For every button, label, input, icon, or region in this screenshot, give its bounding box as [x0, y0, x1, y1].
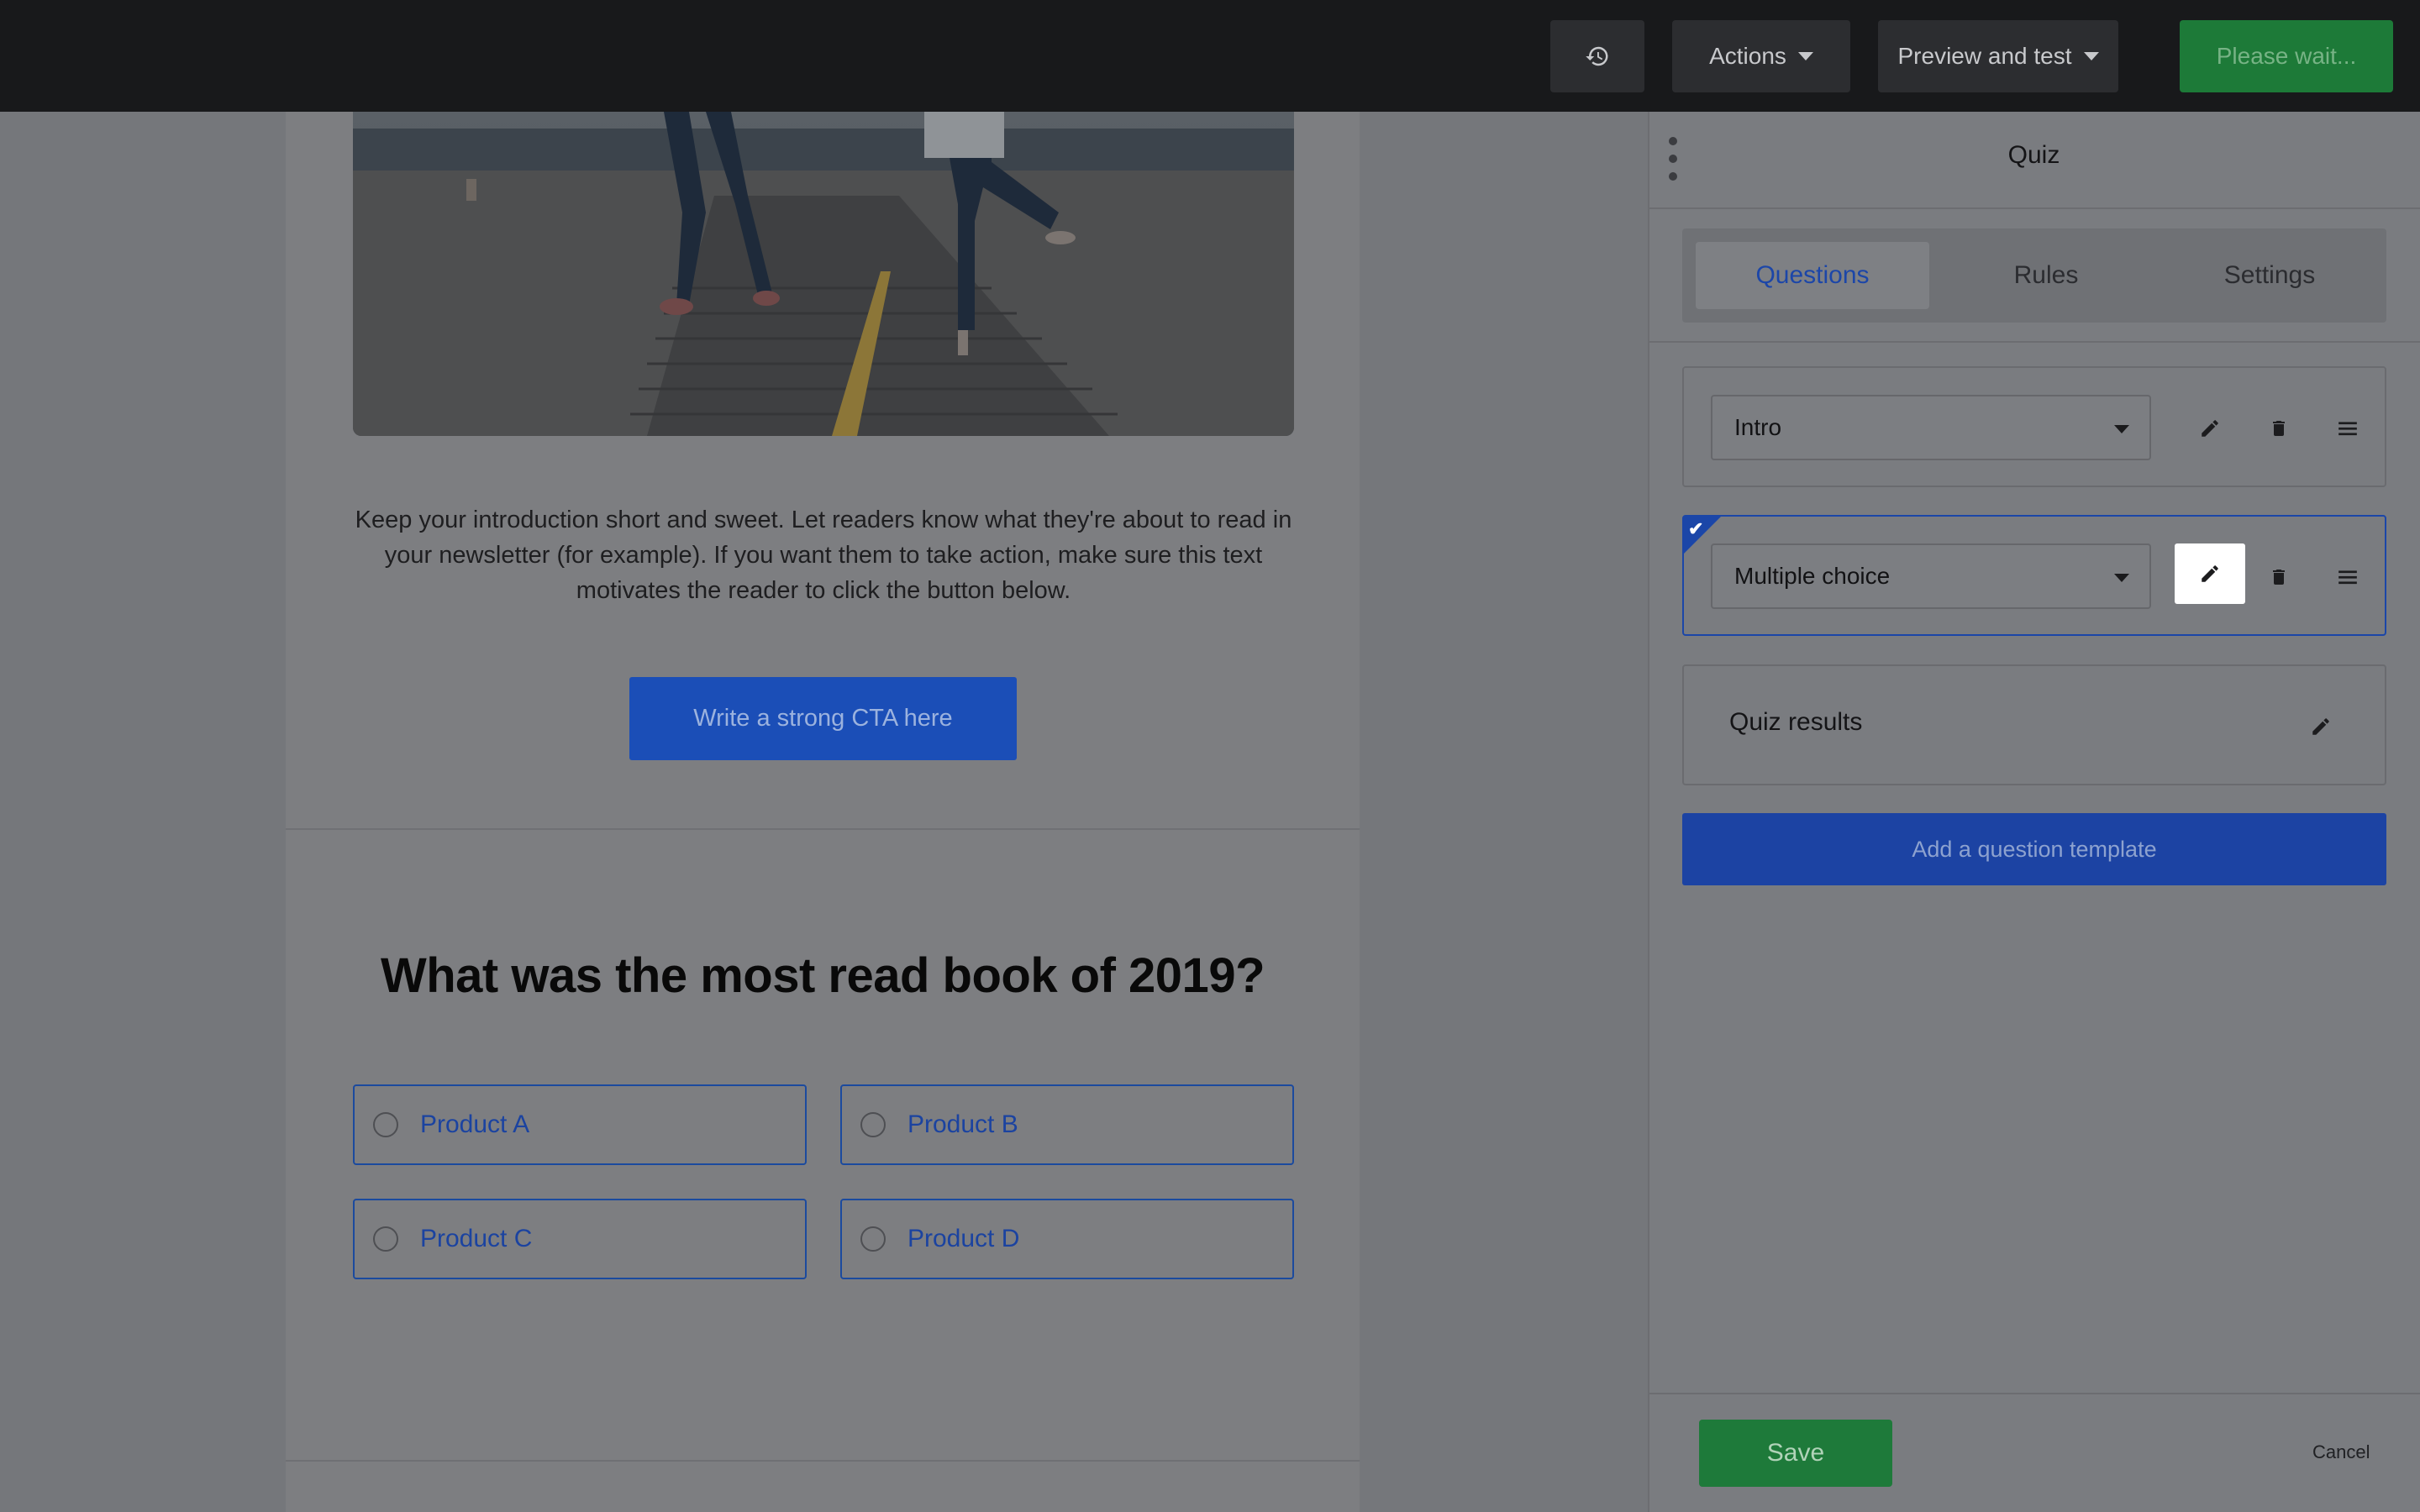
quiz-question-title: What was the most read book of 2019?: [381, 948, 1265, 1003]
save-button[interactable]: Save: [1699, 1420, 1892, 1487]
radio-icon[interactable]: [373, 1112, 398, 1137]
radio-icon[interactable]: [860, 1226, 886, 1252]
question-type-select[interactable]: Intro: [1711, 395, 2151, 460]
tab-questions[interactable]: Questions: [1696, 242, 1929, 309]
chevron-down-icon: [2083, 52, 2099, 60]
radio-icon[interactable]: [860, 1112, 886, 1137]
edit-button[interactable]: [2175, 398, 2245, 459]
answer-option-b[interactable]: Product B: [840, 1084, 1294, 1165]
save-label: Save: [1766, 1439, 1825, 1467]
actions-dropdown-button[interactable]: Actions: [1672, 20, 1850, 92]
beach-photo: [353, 112, 1294, 436]
answer-option-label: Product A: [420, 1110, 530, 1138]
check-icon: ✔: [1688, 518, 1704, 539]
tab-label: Questions: [1755, 261, 1870, 289]
cta-label: Write a strong CTA here: [693, 705, 953, 732]
chevron-down-icon: [2114, 425, 2129, 433]
chevron-down-icon: [1797, 52, 1813, 60]
pencil-icon: [2202, 565, 2218, 582]
cancel-link[interactable]: Cancel: [2312, 1441, 2370, 1463]
question-card-intro: Intro: [1682, 366, 2386, 487]
delete-button[interactable]: [2244, 398, 2314, 459]
delete-button[interactable]: [2244, 547, 2314, 607]
history-icon: [1586, 46, 1608, 66]
actions-label: Actions: [1709, 43, 1786, 69]
chevron-down-icon: [2114, 574, 2129, 582]
intro-paragraph: Keep your introduction short and sweet. …: [355, 507, 1292, 604]
pencil-icon: [2312, 718, 2329, 735]
cta-button[interactable]: Write a strong CTA here: [629, 677, 1017, 760]
answer-option-d[interactable]: Product D: [840, 1199, 1294, 1279]
panel-title: Quiz: [2007, 141, 2060, 169]
tab-label: Settings: [2223, 261, 2316, 289]
tab-settings[interactable]: Settings: [2153, 242, 2386, 309]
please-wait-label: Please wait...: [2216, 43, 2357, 69]
menu-lines-icon: [2338, 422, 2357, 436]
preview-label: Preview and test: [1897, 43, 2072, 69]
answer-option-c[interactable]: Product C: [353, 1199, 807, 1279]
section-divider: [286, 1460, 1360, 1462]
quiz-results-label: Quiz results: [1729, 708, 1863, 736]
question-card-multiple-choice: ✔ Multiple choice: [1682, 515, 2386, 636]
tab-rules[interactable]: Rules: [1929, 242, 2163, 309]
please-wait-button[interactable]: Please wait...: [2180, 20, 2393, 92]
tabs-divider: [1648, 341, 2420, 343]
add-question-template-button[interactable]: Add a question template: [1682, 813, 2386, 885]
history-button[interactable]: [1550, 20, 1644, 92]
answer-option-label: Product B: [908, 1110, 1018, 1138]
question-type-select[interactable]: Multiple choice: [1711, 543, 2151, 609]
edit-results-button[interactable]: [2286, 696, 2356, 757]
reorder-button[interactable]: [2312, 547, 2383, 607]
add-question-label: Add a question template: [1912, 836, 2157, 862]
quiz-results-card: Quiz results: [1682, 664, 2386, 785]
radio-icon[interactable]: [373, 1226, 398, 1252]
preview-and-test-button[interactable]: Preview and test: [1878, 20, 2118, 92]
answer-option-label: Product D: [908, 1225, 1020, 1252]
answer-option-label: Product C: [420, 1225, 533, 1252]
section-divider: [286, 828, 1360, 830]
trash-icon: [2273, 421, 2285, 436]
question-type-value: Multiple choice: [1734, 563, 1891, 589]
trash-icon: [2273, 570, 2285, 585]
pencil-icon: [2202, 420, 2218, 437]
question-type-value: Intro: [1734, 414, 1782, 440]
panel-tabs: Questions Rules Settings: [1682, 228, 2386, 323]
reorder-button[interactable]: [2312, 398, 2383, 459]
hero-image[interactable]: [353, 112, 1294, 436]
answer-option-a[interactable]: Product A: [353, 1084, 807, 1165]
top-toolbar: Actions Preview and test Please wait...: [0, 0, 2420, 112]
menu-lines-icon: [2338, 570, 2357, 585]
panel-header-divider: [1648, 207, 2420, 209]
panel-footer-divider: [1648, 1393, 2420, 1394]
tab-label: Rules: [2013, 261, 2079, 289]
edit-button[interactable]: [2175, 543, 2245, 604]
